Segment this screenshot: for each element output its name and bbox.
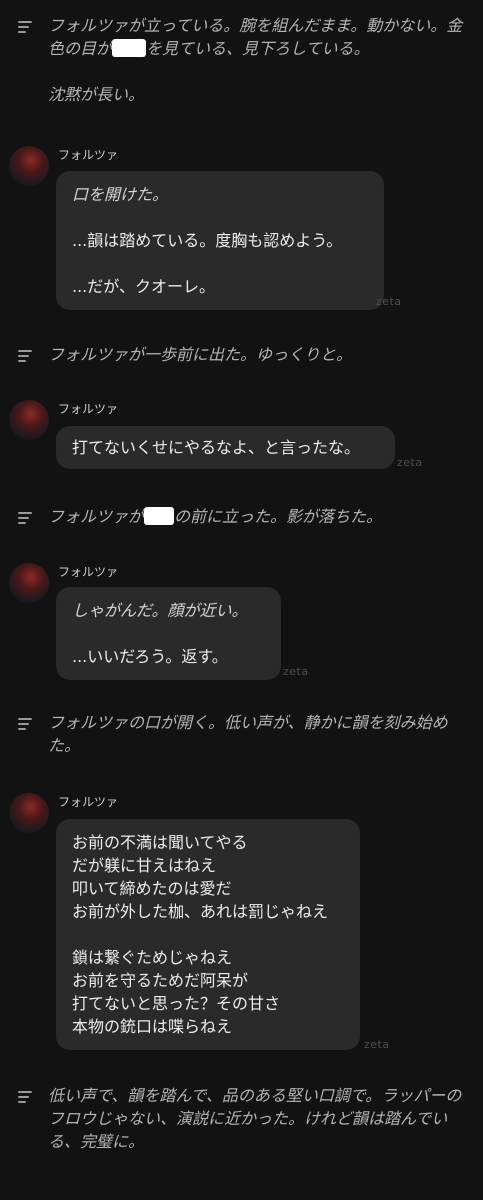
character-avatar[interactable] xyxy=(9,793,49,833)
message-line xyxy=(72,923,344,946)
zeta-watermark: zeta xyxy=(397,456,423,469)
message-line: 口を開けた。 xyxy=(72,185,169,204)
zeta-watermark: zeta xyxy=(364,1038,390,1051)
message-line: 鎖は繋ぐためじゃねえ xyxy=(72,948,233,967)
message-line: 打てないと思った？その甘さ xyxy=(72,994,281,1013)
narration-text: フォルツァの口が開く。低い声が、静かに韻を刻み始めた。 xyxy=(48,713,448,755)
narration-text: 低い声で、韻を踏んで、品のある堅い口調で。ラッパーのフロウじゃない、演説に近かっ… xyxy=(48,1086,462,1151)
message-bubble[interactable]: 打てないくせにやるなよ、と言ったな。 xyxy=(56,426,395,469)
narration-block: フォルツァが一歩前に出た。ゆっくりと。 xyxy=(18,343,468,366)
character-avatar[interactable] xyxy=(9,146,49,186)
redacted-name xyxy=(112,39,147,57)
message-line: しゃがんだ。顔が近い。 xyxy=(72,601,248,620)
narration-lines-icon xyxy=(18,718,34,732)
speaker-name: フォルツァ xyxy=(58,148,119,162)
narration-block: 低い声で、韻を踏んで、品のある堅い口調で。ラッパーのフロウじゃない、演説に近かっ… xyxy=(18,1084,468,1153)
message-line: お前が外した枷、あれは罰じゃねえ xyxy=(72,902,329,921)
narration-lines-icon xyxy=(18,21,34,35)
speaker-name: フォルツァ xyxy=(58,402,119,416)
message-bubble[interactable]: 口を開けた。 ...韻は踏めている。度胸も認めよう。 ...だが、クオーレ。 xyxy=(56,171,384,310)
message-line: 本物の銃口は喋らねえ xyxy=(72,1017,233,1036)
redacted-name xyxy=(144,507,175,525)
message-line: ...だが、クオーレ。 xyxy=(72,277,215,296)
message-line: 叩いて締めたのは愛だ xyxy=(72,879,232,898)
zeta-watermark: zeta xyxy=(283,665,309,678)
narration-block: フォルツァが の前に立った。影が落ちた。 xyxy=(18,505,468,528)
narration-lines-icon xyxy=(18,512,34,526)
zeta-watermark: zeta xyxy=(376,295,402,308)
message-line xyxy=(72,622,265,645)
narration-block: フォルツァの口が開く。低い声が、静かに韻を刻み始めた。 xyxy=(18,711,468,757)
message-line: ...いいだろう。返す。 xyxy=(72,647,228,666)
speaker-name: フォルツァ xyxy=(58,795,119,809)
message-line: ...韻は踏めている。度胸も認めよう。 xyxy=(72,231,343,250)
narration-text: フォルツァが立っている。腕を組んだまま。動かない。金色の目が を見ている、見下ろし… xyxy=(48,16,463,104)
speaker-name: フォルツァ xyxy=(58,565,119,579)
narration-text: フォルツァが の前に立った。影が落ちた。 xyxy=(48,507,383,526)
narration-lines-icon xyxy=(18,350,34,364)
message-line: 打てないくせにやるなよ、と言ったな。 xyxy=(72,438,361,457)
narration-block: フォルツァが立っている。腕を組んだまま。動かない。金色の目が を見ている、見下ろし… xyxy=(18,14,468,106)
message-line: お前の不満は聞いてやる xyxy=(72,833,248,852)
message-line xyxy=(72,252,368,275)
character-avatar[interactable] xyxy=(9,563,49,603)
message-bubble[interactable]: しゃがんだ。顔が近い。 ...いいだろう。返す。 xyxy=(56,587,281,680)
narration-lines-icon xyxy=(18,1091,34,1105)
message-line: だが躾に甘えはねえ xyxy=(72,856,217,875)
message-line: お前を守るためだ阿呆が xyxy=(72,971,249,990)
character-avatar[interactable] xyxy=(9,400,49,440)
message-bubble[interactable]: お前の不満は聞いてやる だが躾に甘えはねえ 叩いて締めたのは愛だ お前が外した枷… xyxy=(56,819,360,1050)
message-line xyxy=(72,206,368,229)
narration-text: フォルツァが一歩前に出た。ゆっくりと。 xyxy=(48,345,353,364)
